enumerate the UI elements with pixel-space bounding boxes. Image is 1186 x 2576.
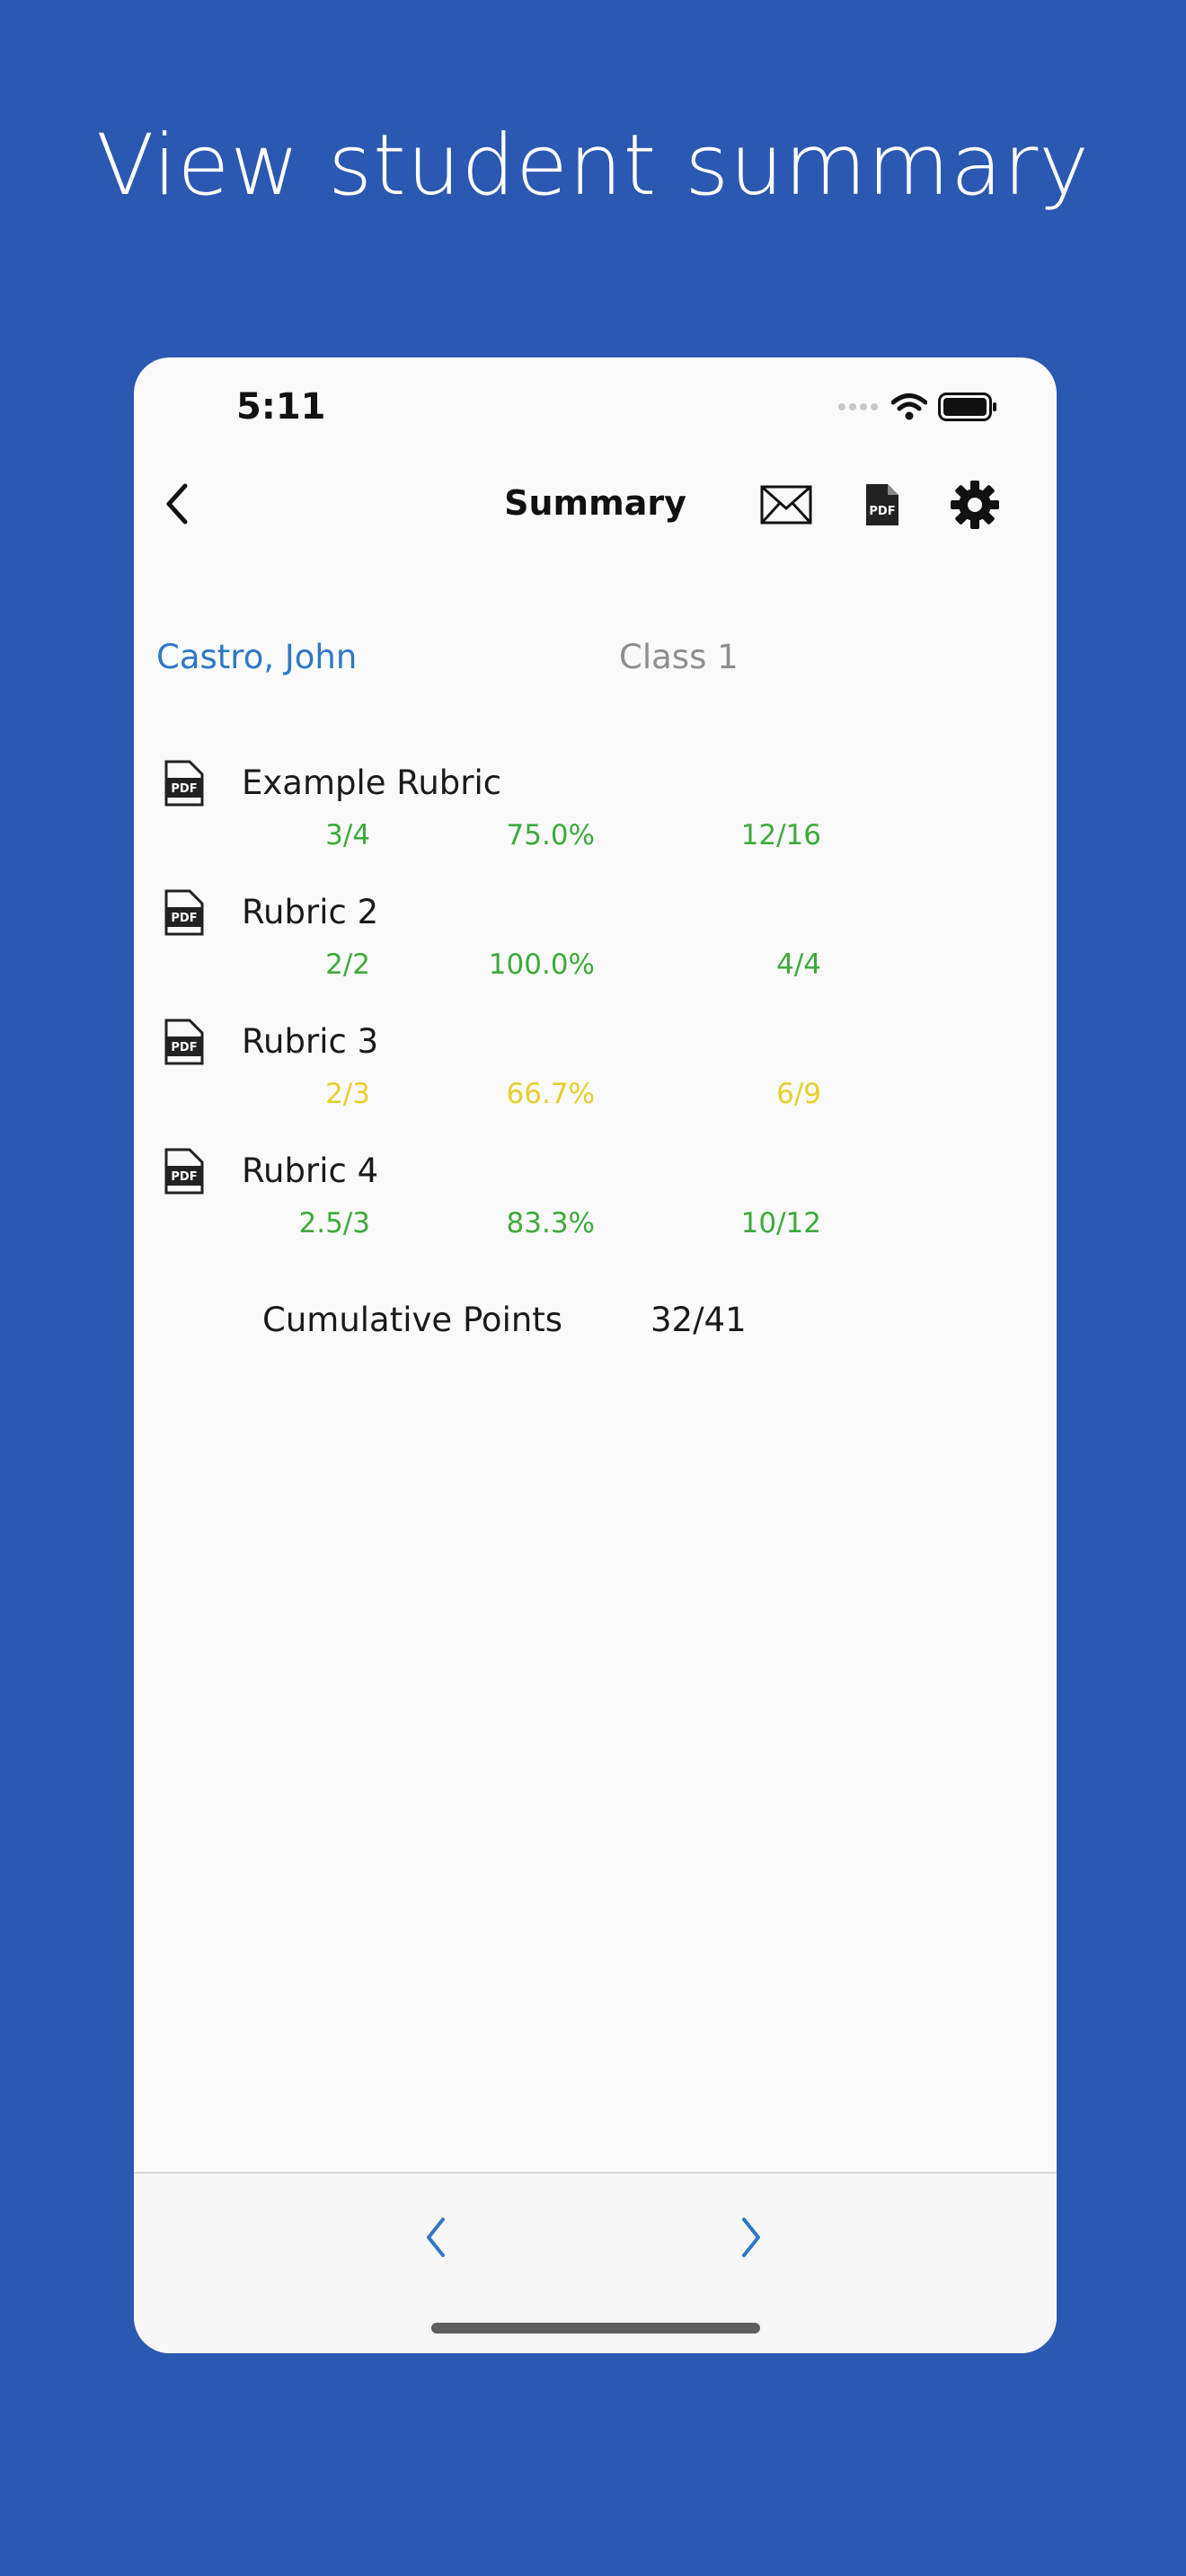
svg-text:PDF: PDF [171, 1170, 197, 1184]
class-name: Class 1 [619, 638, 739, 676]
rubric-name: Example Rubric [242, 763, 502, 802]
pdf-file-icon[interactable]: PDF [163, 889, 204, 936]
rubric-total: 10/12 [740, 1207, 821, 1239]
rubric-percent: 75.0% [506, 819, 595, 851]
rubric-percent: 66.7% [506, 1078, 595, 1110]
pdf-file-icon: PDF [866, 484, 898, 525]
rubric-total: 4/4 [776, 948, 821, 981]
svg-text:PDF: PDF [171, 782, 197, 796]
signal-icon [838, 403, 878, 410]
status-time: 5:11 [236, 386, 326, 428]
cumulative-points-label: Cumulative Points [262, 1301, 563, 1339]
pdf-file-icon[interactable]: PDF [163, 760, 204, 807]
status-icons [837, 392, 997, 422]
chevron-right-icon [742, 2218, 760, 2257]
envelope-icon [760, 485, 812, 525]
phone-screen: 5:11 Summary PDF Castro, John Class 1 PD… [134, 357, 1057, 2353]
home-indicator[interactable] [431, 2323, 760, 2333]
svg-text:PDF: PDF [869, 505, 895, 518]
page-title: Summary [504, 483, 686, 523]
rubric-points: 2/3 [325, 1078, 370, 1110]
rubric-percent: 83.3% [506, 1207, 595, 1239]
gear-icon [951, 481, 999, 529]
pdf-export-button[interactable]: PDF [853, 476, 910, 534]
rubric-points: 2/2 [325, 948, 370, 981]
rubric-row[interactable]: PDF Rubric 4 2.5/3 83.3% 10/12 [134, 1148, 1057, 1274]
settings-button[interactable] [946, 476, 1004, 534]
student-name[interactable]: Castro, John [156, 638, 357, 676]
rubric-row[interactable]: PDF Example Rubric 3/4 75.0% 12/16 [134, 760, 1057, 886]
rubric-name: Rubric 4 [242, 1151, 379, 1190]
battery-icon [938, 393, 996, 421]
email-button[interactable] [757, 476, 815, 534]
next-student-button[interactable] [724, 2206, 778, 2269]
rubric-total: 12/16 [740, 819, 821, 851]
pdf-file-icon[interactable]: PDF [163, 1019, 204, 1065]
rubric-row[interactable]: PDF Rubric 2 2/2 100.0% 4/4 [134, 889, 1057, 1015]
rubric-points: 3/4 [325, 819, 370, 851]
cumulative-points-value: 32/41 [651, 1301, 747, 1339]
rubric-name: Rubric 3 [242, 1022, 379, 1061]
headline: View student summary [96, 117, 1090, 215]
previous-student-button[interactable] [409, 2206, 463, 2269]
svg-text:PDF: PDF [171, 1041, 197, 1054]
rubric-points: 2.5/3 [298, 1207, 370, 1239]
svg-text:PDF: PDF [171, 912, 197, 925]
chevron-left-icon [427, 2218, 445, 2257]
rubric-row[interactable]: PDF Rubric 3 2/3 66.7% 6/9 [134, 1019, 1057, 1144]
rubric-total: 6/9 [776, 1078, 821, 1110]
rubric-percent: 100.0% [488, 948, 595, 981]
wifi-icon [891, 393, 927, 420]
pdf-file-icon[interactable]: PDF [163, 1148, 204, 1195]
rubric-name: Rubric 2 [242, 893, 379, 931]
